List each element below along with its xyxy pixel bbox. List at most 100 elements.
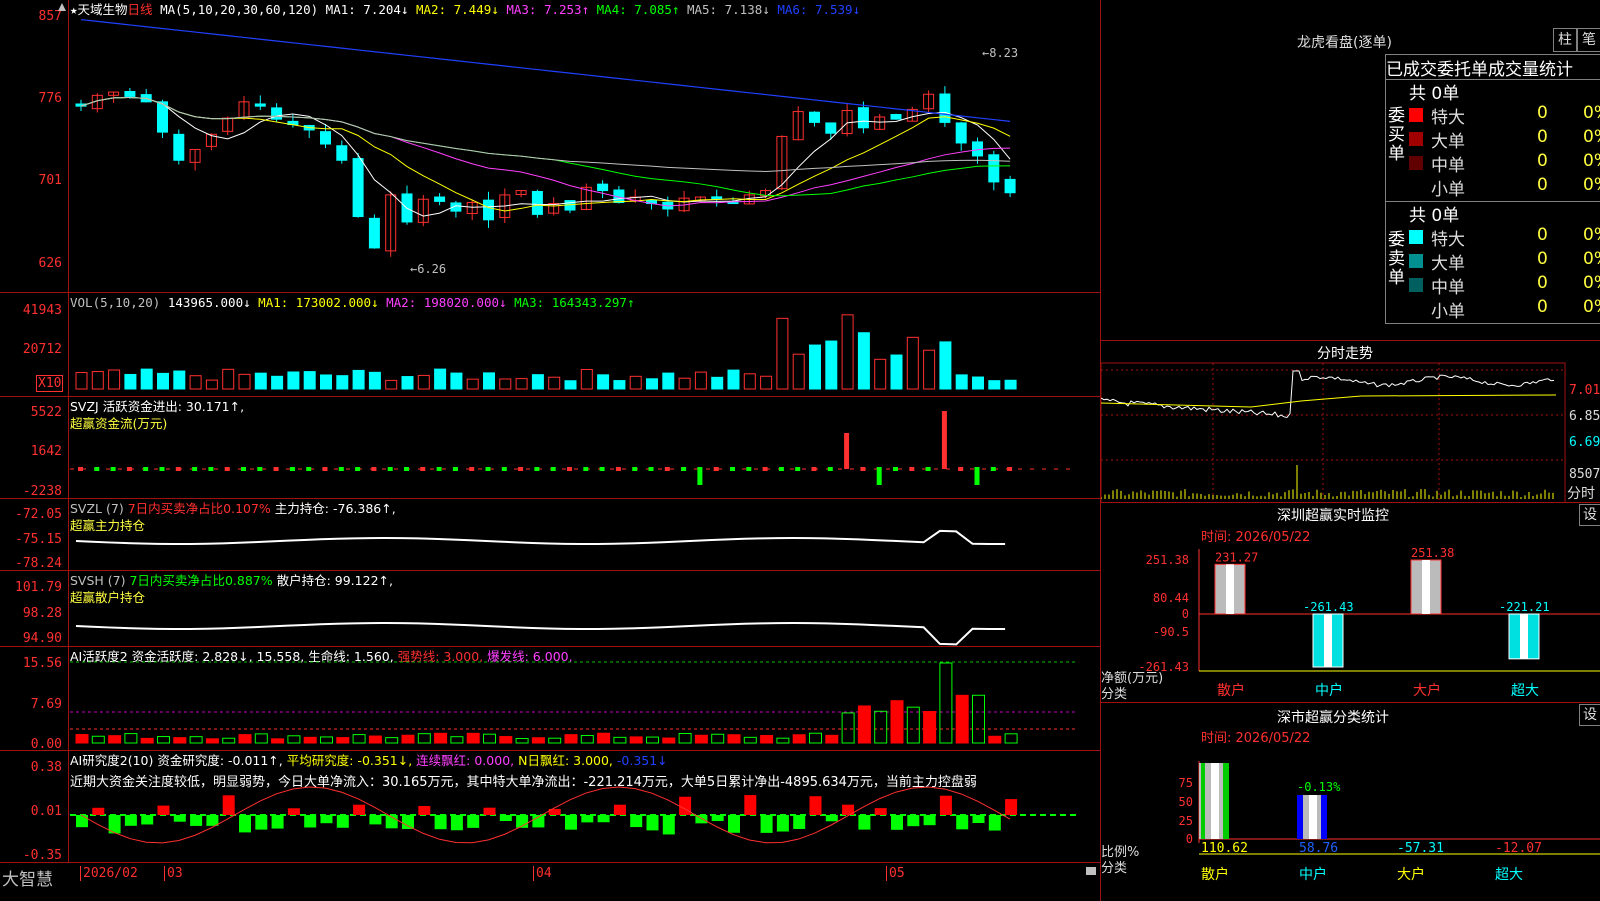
active-bar: [417, 733, 431, 744]
research-bar: [304, 815, 317, 828]
order-count: 0: [1537, 127, 1548, 147]
flow-bar: [371, 467, 377, 471]
ai-research-panel[interactable]: 0.38 0.01 -0.35 AI研究度2(10) 资金研究度: -0.011…: [0, 750, 1100, 863]
volume-bar: [629, 375, 642, 390]
category-label: 散户: [1217, 682, 1245, 699]
category-label: 中户: [1315, 682, 1343, 699]
volume-bar: [874, 358, 887, 390]
flow-bar: [159, 467, 165, 471]
svsh-panel[interactable]: 101.79 98.28 94.90 SVSH (7) 7日内买卖净占比0.88…: [0, 570, 1100, 647]
lock-icon[interactable]: [1086, 867, 1096, 875]
svzj-chart[interactable]: [0, 397, 1100, 499]
flow-bar: [811, 467, 817, 471]
research-bar: [434, 815, 447, 830]
flow-bar: [387, 467, 393, 471]
research-bar: [825, 815, 838, 822]
active-bar: [401, 734, 415, 744]
ai-active-panel[interactable]: 15.56 7.69 0.00 AI活跃度2 资金活跃度: 2.828↓, 15…: [0, 646, 1100, 751]
sell-row-小单: 小单 0 0%: [1405, 297, 1600, 322]
svzl-chart[interactable]: [0, 499, 1100, 571]
order-size-label: 特大: [1431, 230, 1465, 250]
fenshi-ytick: 7.01: [1569, 383, 1600, 398]
research-bar: [565, 815, 577, 830]
brand-logo[interactable]: 大智慧: [2, 865, 53, 890]
flow-bar: [550, 467, 556, 471]
ai-research-chart[interactable]: [0, 751, 1100, 863]
flow-bar: [713, 467, 719, 471]
bar-highlight: [1422, 560, 1430, 614]
active-bar: [450, 736, 464, 744]
sz-monitor-xlabel: 分类: [1101, 687, 1128, 702]
research-bar: [402, 815, 414, 829]
volume-bar: [760, 375, 773, 390]
volume-bar: [140, 368, 153, 390]
research-bar: [222, 795, 235, 815]
research-bar: [271, 815, 284, 829]
order-count: 0: [1537, 273, 1548, 293]
flow-bar: [599, 467, 605, 471]
flow-bar: [469, 467, 475, 471]
flow-bar: [192, 467, 198, 471]
flow-bar: [420, 467, 426, 471]
active-bar: [825, 734, 839, 744]
active-bar: [515, 737, 529, 744]
volume-bar: [75, 372, 88, 390]
active-bar: [385, 737, 399, 744]
volume-bar: [271, 375, 284, 390]
research-bar: [988, 815, 1001, 831]
active-bar: [678, 732, 692, 744]
order-size-label: 小单: [1431, 180, 1465, 200]
research-bar: [141, 815, 154, 825]
flow-bar: [94, 467, 100, 471]
active-bar: [743, 736, 757, 744]
svsh-chart[interactable]: [0, 571, 1100, 647]
flow-bar: [518, 467, 524, 471]
active-bar: [874, 710, 888, 744]
flow-bar: [224, 467, 230, 471]
order-percent: 0%: [1583, 151, 1600, 171]
ai-active-chart[interactable]: [0, 647, 1100, 751]
research-bar: [809, 796, 822, 815]
hold-line: [75, 529, 1006, 545]
volume-bar: [678, 377, 691, 390]
svzl-panel[interactable]: -72.05 -75.15 -78.24 SVZL (7) 7日内买卖净占比0.…: [0, 498, 1100, 571]
flow-bar: [990, 467, 996, 471]
research-bar: [907, 815, 920, 827]
sz-stat-chart: 75 50 25 0 110.62 散户 58.76 中户 -57.31 大户 -12.07 超大: [1179, 761, 1600, 883]
volume-bar: [923, 349, 936, 390]
flow-bar: [289, 467, 295, 471]
ytick: 50: [1179, 795, 1193, 809]
active-bar: [629, 736, 643, 744]
order-color-swatch: [1409, 254, 1423, 268]
fenshi-panel[interactable]: 分时走势 7.01 6.85 6.69 8507 分时: [1100, 340, 1600, 503]
fenshi-chart[interactable]: [1101, 341, 1600, 503]
volume-bar: [857, 332, 870, 390]
research-bar: [728, 815, 740, 833]
ratio-bar-segment: [1297, 795, 1303, 839]
volume-bar: [499, 378, 512, 390]
flow-bar: [746, 467, 752, 471]
flow-bar: [78, 467, 83, 471]
sz-stat-panel: 深市超赢分类统计 设 时间: 2026/05/22 75 50 25 0 110.62 散…: [1100, 702, 1600, 901]
volume-bar: [466, 378, 479, 390]
flow-bar: [208, 467, 214, 471]
volume-bar: [238, 373, 251, 390]
research-bar: [418, 805, 431, 815]
order-size-label: 小单: [1431, 302, 1465, 322]
active-bar: [580, 734, 594, 744]
flow-bar: [110, 467, 116, 471]
category-label: 超大: [1495, 867, 1523, 883]
research-bar: [483, 807, 496, 815]
active-bar: [352, 734, 366, 744]
active-bar: [287, 735, 301, 744]
sz-stat-xlabel: 分类: [1101, 861, 1128, 876]
value-label: 110.62: [1201, 841, 1248, 856]
volume-bar: [564, 380, 577, 390]
value-label: -261.43: [1303, 600, 1354, 614]
ytick: 25: [1179, 814, 1193, 828]
svzj-panel[interactable]: 5522 1642 -2238 SVZJ 活跃资金进出: 30.171↑, 超赢…: [0, 396, 1100, 499]
flow-bar: [844, 433, 850, 469]
value-label: 58.76: [1299, 841, 1338, 856]
research-bar: [190, 815, 203, 826]
research-bar: [76, 815, 88, 828]
